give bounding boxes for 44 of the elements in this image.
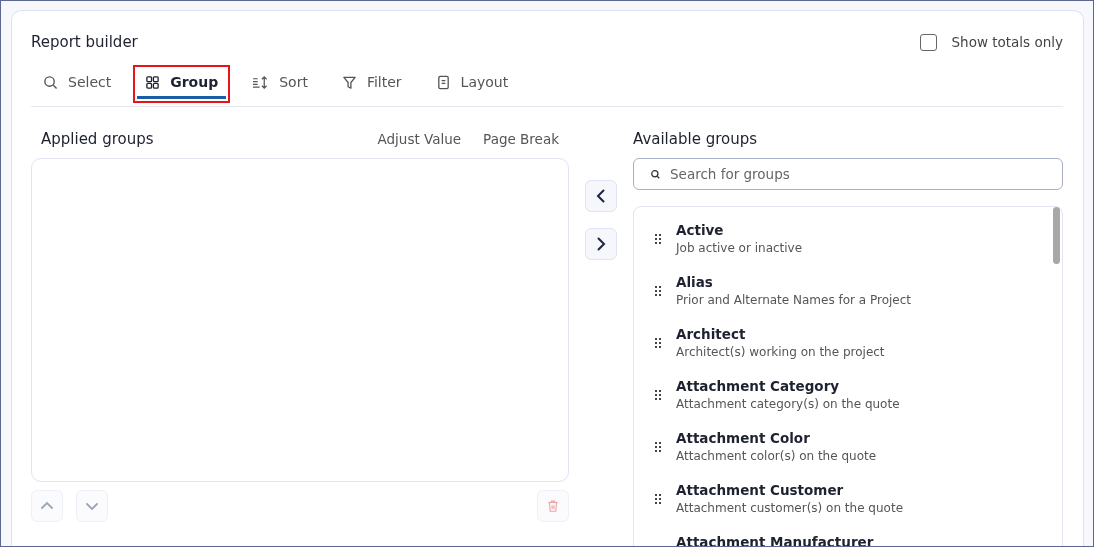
filter-icon (341, 74, 357, 90)
drag-handle-icon (655, 338, 661, 348)
item-description: Attachment customer(s) on the quote (676, 500, 904, 517)
tab[interactable]: Select (35, 69, 120, 99)
move-left-button[interactable] (585, 180, 617, 212)
grid-icon (145, 74, 161, 90)
sort-icon (252, 74, 270, 90)
item-description: Architect(s) working on the project (676, 344, 885, 361)
trash-icon (546, 499, 560, 513)
checkbox[interactable] (919, 33, 937, 51)
checkbox-label: Show totals only (951, 34, 1063, 50)
search-field[interactable]: Search for groups (633, 158, 1063, 190)
list-item[interactable]: Attachment Color Attachment color(s) on the quote (655, 429, 1062, 481)
scrollbar-thumb[interactable] (1053, 207, 1060, 264)
tab[interactable]: Filter (333, 69, 410, 99)
drag-handle-icon (655, 390, 661, 400)
move-up-button[interactable] (31, 490, 63, 522)
section-title: Available groups (633, 129, 759, 150)
search-icon (43, 74, 58, 90)
item-description: Job active or inactive (676, 240, 803, 257)
tab[interactable]: Layout (427, 69, 517, 99)
item-description: Attachment color(s) on the quote (676, 448, 877, 465)
move-right-button[interactable] (585, 228, 617, 260)
tab[interactable]: Sort (244, 69, 316, 99)
column-header: Adjust Value (377, 131, 462, 147)
tab[interactable]: Group (137, 69, 227, 99)
search-icon (650, 169, 661, 180)
drag-handle-icon (655, 442, 661, 452)
drag-handle-icon (655, 286, 661, 296)
item-description: Prior and Alternate Names for a Project (676, 292, 911, 309)
column-header: Page Break (483, 131, 559, 147)
list-item[interactable]: Attachment Customer Attachment customer(s) on the quote (655, 481, 1062, 533)
list-item[interactable]: Attachment Category Attachment category(s) on the quote (655, 377, 1062, 429)
delete-button[interactable] (537, 490, 569, 522)
list-item[interactable]: Alias Prior and Alternate Names for a Project (655, 273, 1062, 325)
list-item[interactable]: Architect Architect(s) working on the project (655, 325, 1062, 377)
item-description: Attachment category(s) on the quote (676, 396, 900, 413)
list-item[interactable]: Active Job active or inactive (655, 221, 1062, 273)
move-down-button[interactable] (76, 490, 108, 522)
drag-handle-icon (655, 234, 661, 244)
panel-title: Report builder (31, 33, 138, 51)
section-title: Applied groups (41, 130, 155, 148)
document-icon (435, 74, 451, 90)
drag-handle-icon (655, 494, 661, 504)
